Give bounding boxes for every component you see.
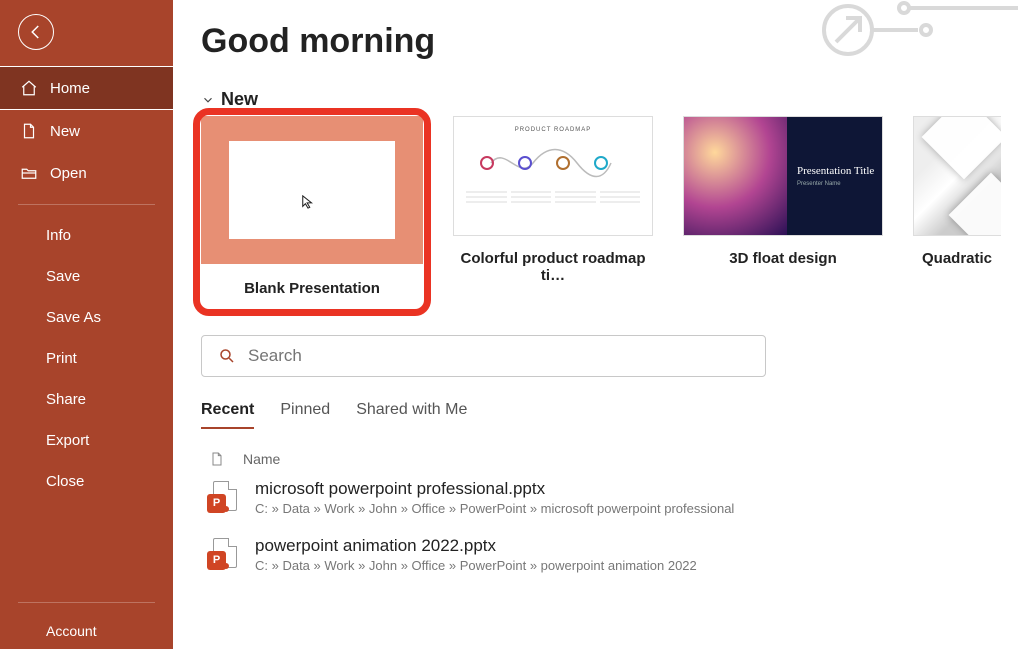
sidebar-item-label: Close: [46, 473, 84, 490]
sidebar-item-label: Info: [46, 227, 71, 244]
recent-file-row[interactable]: P microsoft powerpoint professional.pptx…: [201, 469, 996, 526]
recent-tabs: Recent Pinned Shared with Me: [201, 401, 996, 429]
template-label: 3D float design: [729, 250, 837, 267]
template-roadmap[interactable]: PRODUCT ROADMAP Colorful product roadmap…: [453, 116, 653, 297]
powerpoint-file-icon: P: [209, 538, 237, 572]
sidebar-item-label: Save As: [46, 309, 101, 326]
tab-shared[interactable]: Shared with Me: [356, 401, 467, 429]
search-box[interactable]: [201, 335, 766, 377]
sidebar-item-label: Open: [50, 165, 87, 182]
sidebar-item-label: Share: [46, 391, 86, 408]
search-icon: [218, 347, 236, 365]
column-name: Name: [243, 451, 280, 467]
recent-file-name: powerpoint animation 2022.pptx: [255, 536, 697, 556]
sidebar-item-share[interactable]: Share: [0, 379, 173, 420]
sidebar-item-print[interactable]: Print: [0, 338, 173, 379]
template-label: Blank Presentation: [244, 280, 380, 297]
recent-table-header: Name: [201, 449, 996, 469]
new-file-icon: [20, 122, 38, 140]
file-icon: [209, 449, 225, 469]
template-thumbnail: [913, 116, 1001, 236]
sidebar-item-label: New: [50, 123, 80, 140]
tab-pinned[interactable]: Pinned: [280, 401, 330, 429]
back-arrow-icon: [27, 23, 45, 41]
template-blank-presentation[interactable]: Blank Presentation: [201, 116, 423, 297]
sidebar-item-label: Print: [46, 350, 77, 367]
new-section-toggle[interactable]: New: [201, 89, 996, 110]
template-label: Colorful product roadmap ti…: [453, 250, 653, 284]
recent-file-row[interactable]: P powerpoint animation 2022.pptx C: » Da…: [201, 526, 996, 583]
sidebar-item-open[interactable]: Open: [0, 152, 173, 194]
thumb-title: Presentation Title: [797, 165, 882, 178]
sidebar-item-label: Export: [46, 432, 89, 449]
sidebar-bottom: Account: [0, 592, 173, 649]
home-icon: [20, 79, 38, 97]
sidebar-divider: [18, 602, 155, 603]
chevron-down-icon: [201, 93, 215, 107]
sidebar-item-home[interactable]: Home: [0, 66, 173, 110]
templates-row: Blank Presentation PRODUCT ROADMAP Color…: [201, 116, 996, 297]
thumb-title: PRODUCT ROADMAP: [466, 127, 640, 133]
sidebar-item-label: Home: [50, 80, 90, 97]
main-panel: Good morning New Blank Presentation: [173, 0, 1024, 649]
sidebar-item-save[interactable]: Save: [0, 256, 173, 297]
powerpoint-file-icon: P: [209, 481, 237, 515]
new-section-label: New: [221, 89, 258, 110]
sidebar-item-label: Account: [46, 623, 97, 639]
sidebar-divider: [18, 204, 155, 205]
sidebar-item-info[interactable]: Info: [0, 215, 173, 256]
recent-file-path: C: » Data » Work » John » Office » Power…: [255, 558, 697, 573]
backstage-sidebar: Home New Open Info Save Save As Print Sh…: [0, 0, 173, 649]
sidebar-item-close[interactable]: Close: [0, 461, 173, 502]
recent-file-path: C: » Data » Work » John » Office » Power…: [255, 501, 734, 516]
template-quadratic[interactable]: Quadratic: [913, 116, 1001, 297]
sidebar-item-new[interactable]: New: [0, 110, 173, 152]
back-button[interactable]: [18, 14, 54, 50]
template-thumbnail: PRODUCT ROADMAP: [453, 116, 653, 236]
template-3d-float[interactable]: Presentation Title Presenter Name 3D flo…: [683, 116, 883, 297]
template-thumbnail: Presentation Title Presenter Name: [683, 116, 883, 236]
sidebar-item-save-as[interactable]: Save As: [0, 297, 173, 338]
cursor-icon: [301, 195, 315, 209]
sidebar-item-export[interactable]: Export: [0, 420, 173, 461]
sidebar-item-label: Save: [46, 268, 80, 285]
sidebar-item-account[interactable]: Account: [0, 613, 173, 645]
template-label: Quadratic: [922, 250, 992, 267]
tab-recent[interactable]: Recent: [201, 401, 254, 429]
folder-open-icon: [20, 164, 38, 182]
decorative-circuit-icon: [808, 0, 1024, 76]
template-thumbnail: [201, 116, 423, 264]
search-input[interactable]: [248, 346, 749, 366]
recent-file-name: microsoft powerpoint professional.pptx: [255, 479, 734, 499]
thumb-subtitle: Presenter Name: [797, 181, 882, 187]
